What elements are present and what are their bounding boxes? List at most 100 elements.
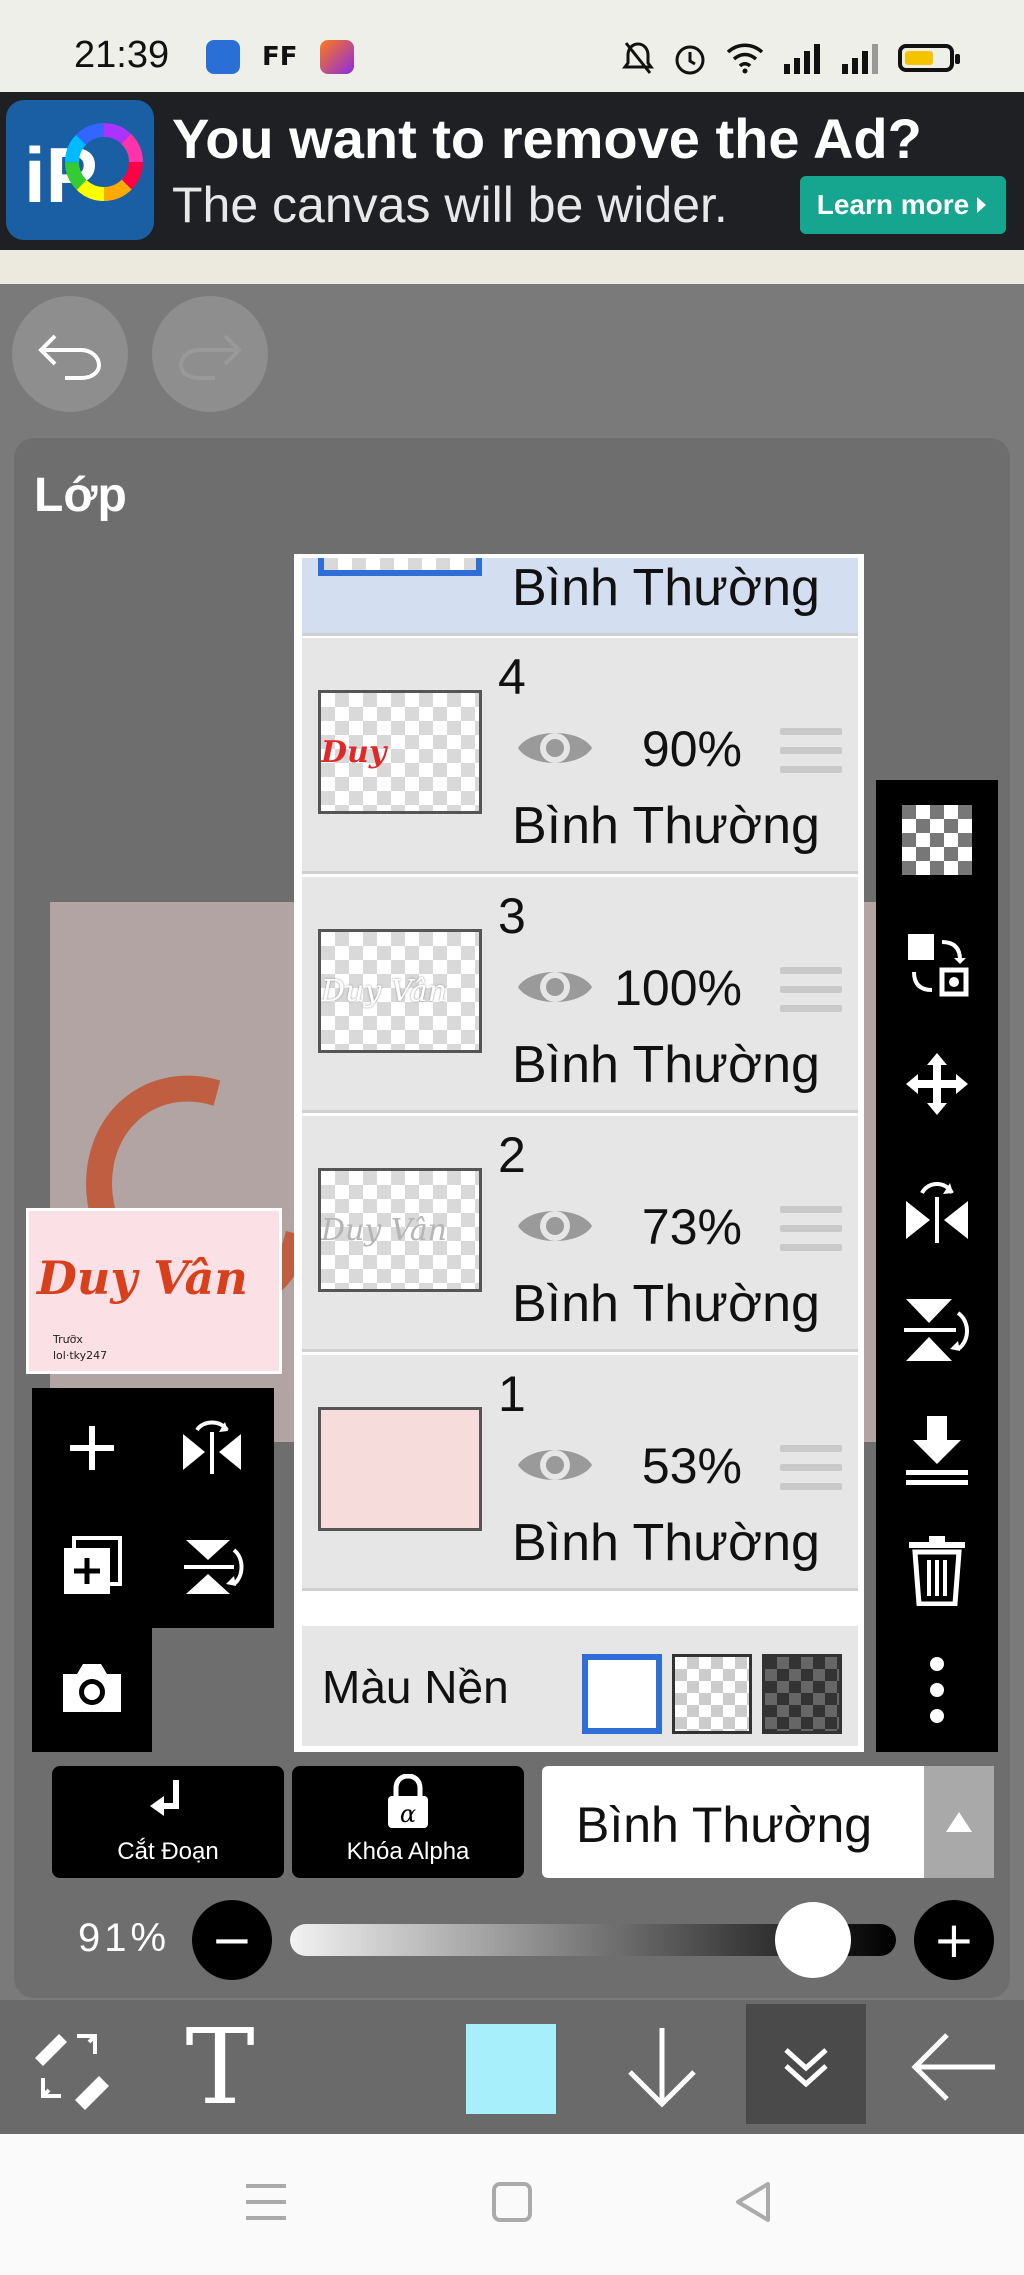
ad-title: You want to remove the Ad? xyxy=(172,107,922,170)
artwork-thumb-text: Duy Vân xyxy=(37,1251,248,1305)
layer-row[interactable]: 3 Duy Vân 100% Bình Thường xyxy=(302,877,858,1113)
layer-row[interactable]: 2 Duy Vân 73% Bình Thường xyxy=(302,1116,858,1352)
redo-button[interactable] xyxy=(152,296,268,412)
merge-down-button[interactable] xyxy=(898,1410,976,1490)
layer-thumbnail: Duy Vân xyxy=(318,1168,482,1292)
blend-mode-select[interactable]: Bình Thường xyxy=(542,1766,994,1878)
layer-list[interactable]: Bình Thường 4 Duy 90% Bình Thường 3 Duy … xyxy=(294,554,864,1752)
color-swatch[interactable] xyxy=(466,2024,556,2114)
drag-handle-icon[interactable] xyxy=(780,728,842,774)
status-right xyxy=(622,40,960,76)
layer-opacity: 73% xyxy=(641,1199,742,1255)
layer-blend-mode: Bình Thường xyxy=(512,1514,820,1572)
home-icon[interactable] xyxy=(490,2180,534,2224)
camera-button[interactable] xyxy=(56,1652,128,1724)
layer-number: 4 xyxy=(498,649,526,705)
signal-icon xyxy=(842,44,878,74)
duplicate-layer-button[interactable] xyxy=(56,1530,128,1602)
svg-text:α: α xyxy=(400,1800,416,1828)
selection-tool-button[interactable] xyxy=(20,2000,120,2134)
visibility-eye-icon[interactable] xyxy=(514,959,596,1015)
chevron-right-icon xyxy=(977,197,987,213)
rotate-flip-button[interactable] xyxy=(176,1530,248,1602)
transform-icon xyxy=(908,934,969,997)
layer-thumbnail: Duy xyxy=(318,690,482,814)
app-top-strip xyxy=(0,250,1024,284)
visibility-eye-icon[interactable] xyxy=(514,720,596,776)
ad-subtitle: The canvas will be wider. xyxy=(172,177,728,233)
move-button[interactable] xyxy=(898,1048,976,1120)
flip-horizontal-button[interactable] xyxy=(898,1172,976,1248)
system-nav-bar xyxy=(0,2134,1024,2275)
ff-app-icon: FF xyxy=(262,42,298,72)
visibility-eye-icon[interactable] xyxy=(514,1198,596,1254)
add-layer-icon xyxy=(70,1426,114,1470)
delete-layer-button[interactable] xyxy=(898,1530,976,1610)
opacity-label: 91% xyxy=(78,1916,171,1960)
undo-button[interactable] xyxy=(12,296,128,412)
drag-handle-icon[interactable] xyxy=(780,967,842,1013)
back-nav-icon[interactable] xyxy=(732,2180,772,2224)
redo-icon xyxy=(178,334,242,380)
layer-opacity: 100% xyxy=(614,960,742,1016)
trash-icon xyxy=(909,1536,965,1606)
alpha-lock-label: Khóa Alpha xyxy=(346,1838,470,1865)
ibispaint-logo: iP xyxy=(6,100,154,240)
drag-handle-icon[interactable] xyxy=(780,1445,842,1491)
layer-row[interactable]: 4 Duy 90% Bình Thường xyxy=(302,638,858,874)
layer-number: 2 xyxy=(498,1127,526,1183)
add-layer-button[interactable] xyxy=(56,1412,128,1484)
background-checker-light-swatch[interactable] xyxy=(672,1654,752,1734)
lock-icon: α xyxy=(388,1774,428,1828)
artwork-thumbnail[interactable]: Duy Vân Trưỡx lol·tky247 xyxy=(26,1208,282,1374)
layer-down-button[interactable] xyxy=(612,2000,712,2134)
more-icon xyxy=(930,1657,944,1723)
layer-blend-mode: Bình Thường xyxy=(512,1036,820,1094)
mute-bell-icon xyxy=(622,42,654,74)
checker-button[interactable] xyxy=(898,804,976,876)
layer-opacity: 90% xyxy=(641,721,742,777)
layer-blend-mode: Bình Thường xyxy=(512,559,820,617)
text-tool-icon: T xyxy=(185,2006,255,2128)
clipping-icon xyxy=(150,1780,179,1816)
flip-vertical-icon xyxy=(904,1299,969,1361)
merge-down-icon xyxy=(906,1416,968,1485)
blend-mode-dropdown[interactable] xyxy=(924,1766,994,1878)
color-wheel-icon xyxy=(65,123,143,201)
blend-mode-value: Bình Thường xyxy=(576,1797,873,1853)
menu-icon[interactable] xyxy=(244,2182,288,2222)
camera-icon xyxy=(63,1664,121,1712)
layer-opacity: 53% xyxy=(641,1438,742,1494)
more-button[interactable] xyxy=(898,1650,976,1730)
ad-banner[interactable]: iP You want to remove the Ad? The canvas… xyxy=(0,92,1024,250)
rotate-flip-icon xyxy=(184,1540,244,1594)
clipping-label: Cắt Đoạn xyxy=(117,1838,219,1865)
flip-icon xyxy=(183,1420,241,1474)
layer-row[interactable]: 1 53% Bình Thường xyxy=(302,1355,858,1591)
flip-layer-button[interactable] xyxy=(176,1412,248,1484)
double-chevron-down-icon xyxy=(784,2048,828,2088)
background-white-swatch[interactable] xyxy=(582,1654,662,1734)
visibility-eye-icon[interactable] xyxy=(514,1437,596,1493)
layer-blend-mode: Bình Thường xyxy=(512,1275,820,1333)
opacity-decrease-button[interactable]: − xyxy=(192,1900,272,1980)
learn-more-label: Learn more xyxy=(816,189,970,220)
transform-button[interactable] xyxy=(898,928,976,1002)
collapse-panel-button[interactable] xyxy=(746,2004,866,2124)
flip-horizontal-icon xyxy=(906,1182,968,1243)
layer-thumbnail xyxy=(318,1407,482,1531)
signal-icon xyxy=(784,44,820,74)
learn-more-button[interactable]: Learn more xyxy=(800,176,1006,234)
background-checker-dark-swatch[interactable] xyxy=(762,1654,842,1734)
back-button[interactable] xyxy=(904,2000,1004,2134)
flip-vertical-button[interactable] xyxy=(898,1292,976,1368)
opacity-increase-button[interactable]: + xyxy=(914,1900,994,1980)
text-tool-button[interactable]: T xyxy=(170,2000,270,2134)
drag-handle-icon[interactable] xyxy=(780,1206,842,1252)
alpha-lock-button[interactable]: α Khóa Alpha xyxy=(292,1766,524,1878)
layer-row[interactable]: Bình Thường xyxy=(302,558,858,636)
opacity-slider-knob[interactable] xyxy=(775,1902,852,1978)
layer-number: 3 xyxy=(498,888,526,944)
clipping-button[interactable]: Cắt Đoạn xyxy=(52,1766,284,1878)
background-color-label: Màu Nền xyxy=(322,1661,509,1713)
